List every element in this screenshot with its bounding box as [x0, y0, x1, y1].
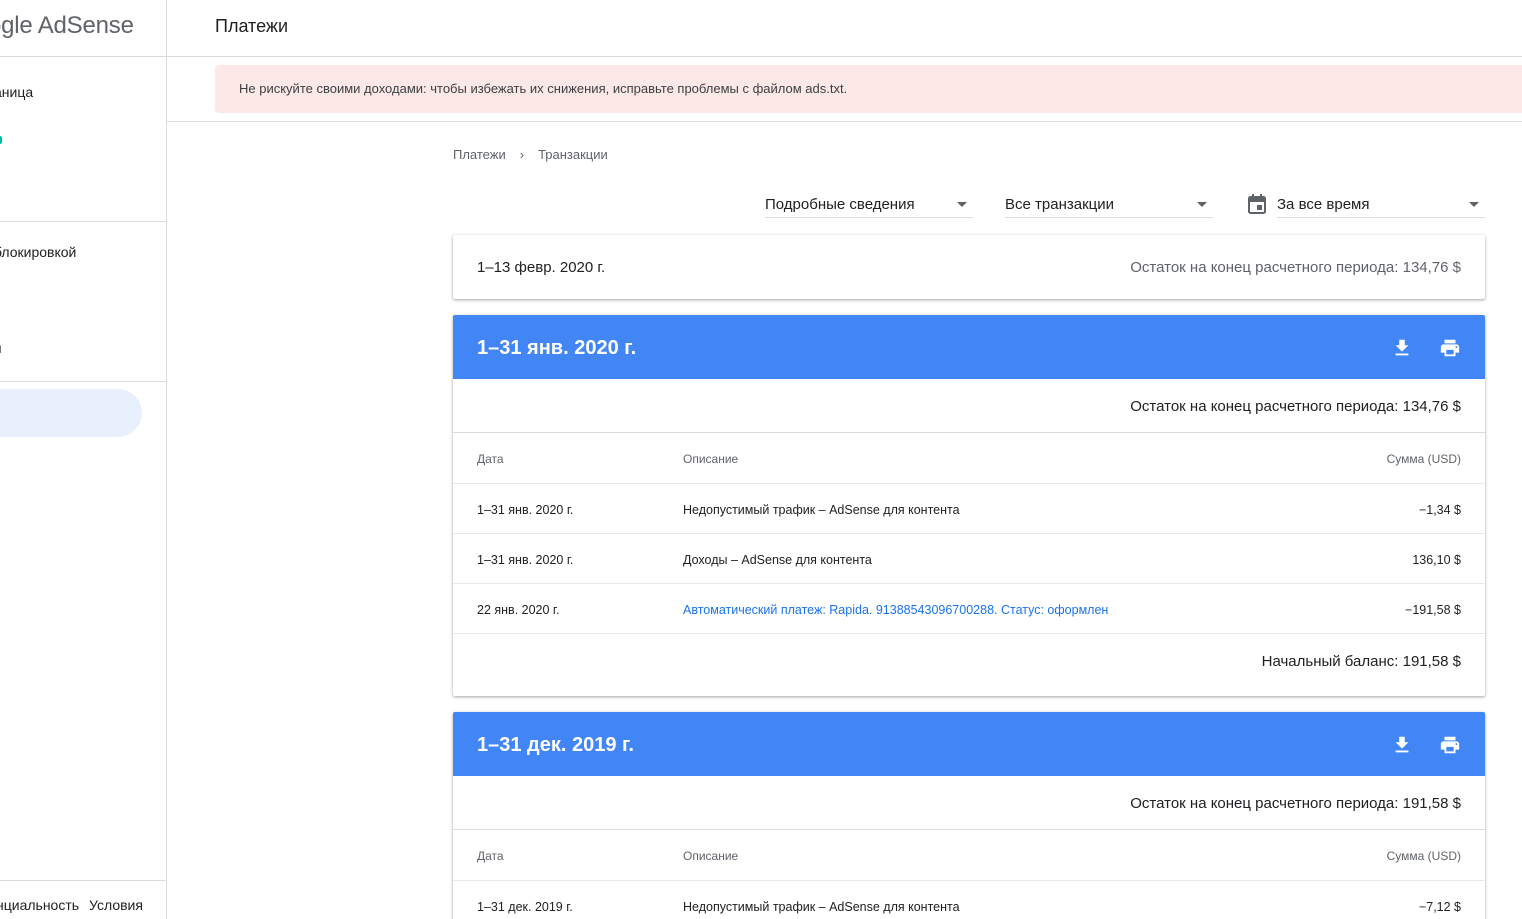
chevron-right-icon: › — [519, 147, 525, 162]
statement-title: 1–31 дек. 2019 г. — [477, 734, 634, 756]
sidebar-item-payments-active[interactable] — [0, 389, 142, 437]
current-period-card[interactable]: 1–13 февр. 2020 г. Остаток на конец расч… — [453, 235, 1485, 299]
end-balance-text: Остаток на конец расчетного периода: 191… — [1130, 795, 1461, 812]
sidebar-item-home[interactable]: аница — [0, 84, 33, 100]
column-header-amount: Сумма (USD) — [1386, 849, 1461, 863]
alert-zone: Не рискуйте своими доходами: чтобы избеж… — [167, 57, 1522, 122]
sidebar-divider — [0, 880, 166, 881]
column-header-description: Описание — [683, 452, 739, 466]
row-amount: 136,10 $ — [1412, 553, 1461, 567]
row-date: 22 янв. 2020 г. — [477, 603, 560, 617]
dropdown-arrow-icon — [1469, 202, 1479, 207]
row-description: Доходы – AdSense для контента — [683, 553, 872, 567]
dropdown-arrow-icon — [1197, 202, 1207, 207]
ads-txt-alert[interactable]: Не рискуйте своими доходами: чтобы избеж… — [215, 65, 1522, 113]
table-row: 22 янв. 2020 г. Автоматический платеж: R… — [453, 584, 1485, 634]
end-balance-text: Остаток на конец расчетного периода: 134… — [1130, 398, 1461, 415]
statement-end-balance: Остаток на конец расчетного периода: 134… — [453, 379, 1485, 433]
column-header-date: Дата — [477, 452, 504, 466]
transaction-type-select[interactable]: Все транзакции — [1005, 188, 1213, 218]
sidebar-item-blocking[interactable]: блокировкой — [0, 244, 76, 260]
print-icon[interactable] — [1439, 734, 1461, 756]
payment-detail-link[interactable]: Автоматический платеж: Rapida. 913885430… — [683, 603, 1108, 617]
row-date: 1–31 янв. 2020 г. — [477, 553, 574, 567]
column-header-amount: Сумма (USD) — [1386, 452, 1461, 466]
row-amount: −1,34 $ — [1418, 503, 1461, 517]
column-header-date: Дата — [477, 849, 504, 863]
row-amount: −191,58 $ — [1405, 603, 1461, 617]
breadcrumb: Платежи › Транзакции — [453, 147, 608, 162]
statement-title: 1–31 янв. 2020 г. — [477, 337, 637, 359]
detail-level-select[interactable]: Подробные сведения — [765, 188, 973, 218]
statement-card-jan-2020: 1–31 янв. 2020 г. Остаток на конец расче… — [453, 315, 1485, 696]
row-date: 1–31 дек. 2019 г. — [477, 900, 573, 914]
page-title: Платежи — [215, 16, 289, 36]
sidebar-footer: нциальность Условия — [0, 897, 153, 913]
start-balance-text: Начальный баланс: 191,58 $ — [1261, 653, 1461, 670]
terms-link[interactable]: Условия — [89, 897, 143, 913]
row-amount: −7,12 $ — [1418, 900, 1461, 914]
date-range-value: За все время — [1277, 196, 1370, 213]
sidebar-indicator-dot — [0, 136, 2, 144]
table-row: 1–31 дек. 2019 г. Недопустимый трафик – … — [453, 881, 1485, 919]
dropdown-arrow-icon — [957, 202, 967, 207]
table-header-row: Дата Описание Сумма (USD) — [453, 433, 1485, 484]
statement-header: 1–31 янв. 2020 г. — [453, 315, 1485, 379]
table-header-row: Дата Описание Сумма (USD) — [453, 830, 1485, 881]
sidebar: ogle AdSense аница блокировкой я нциальн… — [0, 0, 167, 919]
current-period-range: 1–13 февр. 2020 г. — [477, 259, 606, 276]
sidebar-item-misc[interactable]: я — [0, 340, 2, 356]
statement-header: 1–31 дек. 2019 г. — [453, 712, 1485, 776]
sidebar-divider — [0, 56, 166, 57]
table-row: 1–31 янв. 2020 г. Доходы – AdSense для к… — [453, 534, 1485, 584]
statement-card-dec-2019: 1–31 дек. 2019 г. Остаток на конец расче… — [453, 712, 1485, 919]
breadcrumb-transactions: Транзакции — [538, 147, 608, 162]
adsense-logo[interactable]: ogle AdSense — [0, 12, 134, 40]
row-date: 1–31 янв. 2020 г. — [477, 503, 574, 517]
calendar-icon — [1248, 194, 1266, 214]
detail-level-value: Подробные сведения — [765, 196, 915, 213]
sidebar-divider — [0, 381, 166, 382]
top-bar: Платежи — [167, 0, 1522, 57]
privacy-link[interactable]: нциальность — [0, 897, 79, 913]
table-row: 1–31 янв. 2020 г. Недопустимый трафик – … — [453, 484, 1485, 534]
transaction-type-value: Все транзакции — [1005, 196, 1114, 213]
print-icon[interactable] — [1439, 337, 1461, 359]
statement-end-balance: Остаток на конец расчетного периода: 191… — [453, 776, 1485, 830]
date-range-select[interactable]: За все время — [1277, 188, 1485, 218]
row-description: Недопустимый трафик – AdSense для контен… — [683, 503, 960, 517]
column-header-description: Описание — [683, 849, 739, 863]
current-period-balance: Остаток на конец расчетного периода: 134… — [1130, 259, 1461, 276]
row-description: Недопустимый трафик – AdSense для контен… — [683, 900, 960, 914]
breadcrumb-payments[interactable]: Платежи — [453, 147, 506, 162]
statement-start-balance: Начальный баланс: 191,58 $ — [453, 634, 1485, 694]
download-icon[interactable] — [1391, 337, 1413, 359]
download-icon[interactable] — [1391, 734, 1413, 756]
sidebar-divider — [0, 221, 166, 222]
